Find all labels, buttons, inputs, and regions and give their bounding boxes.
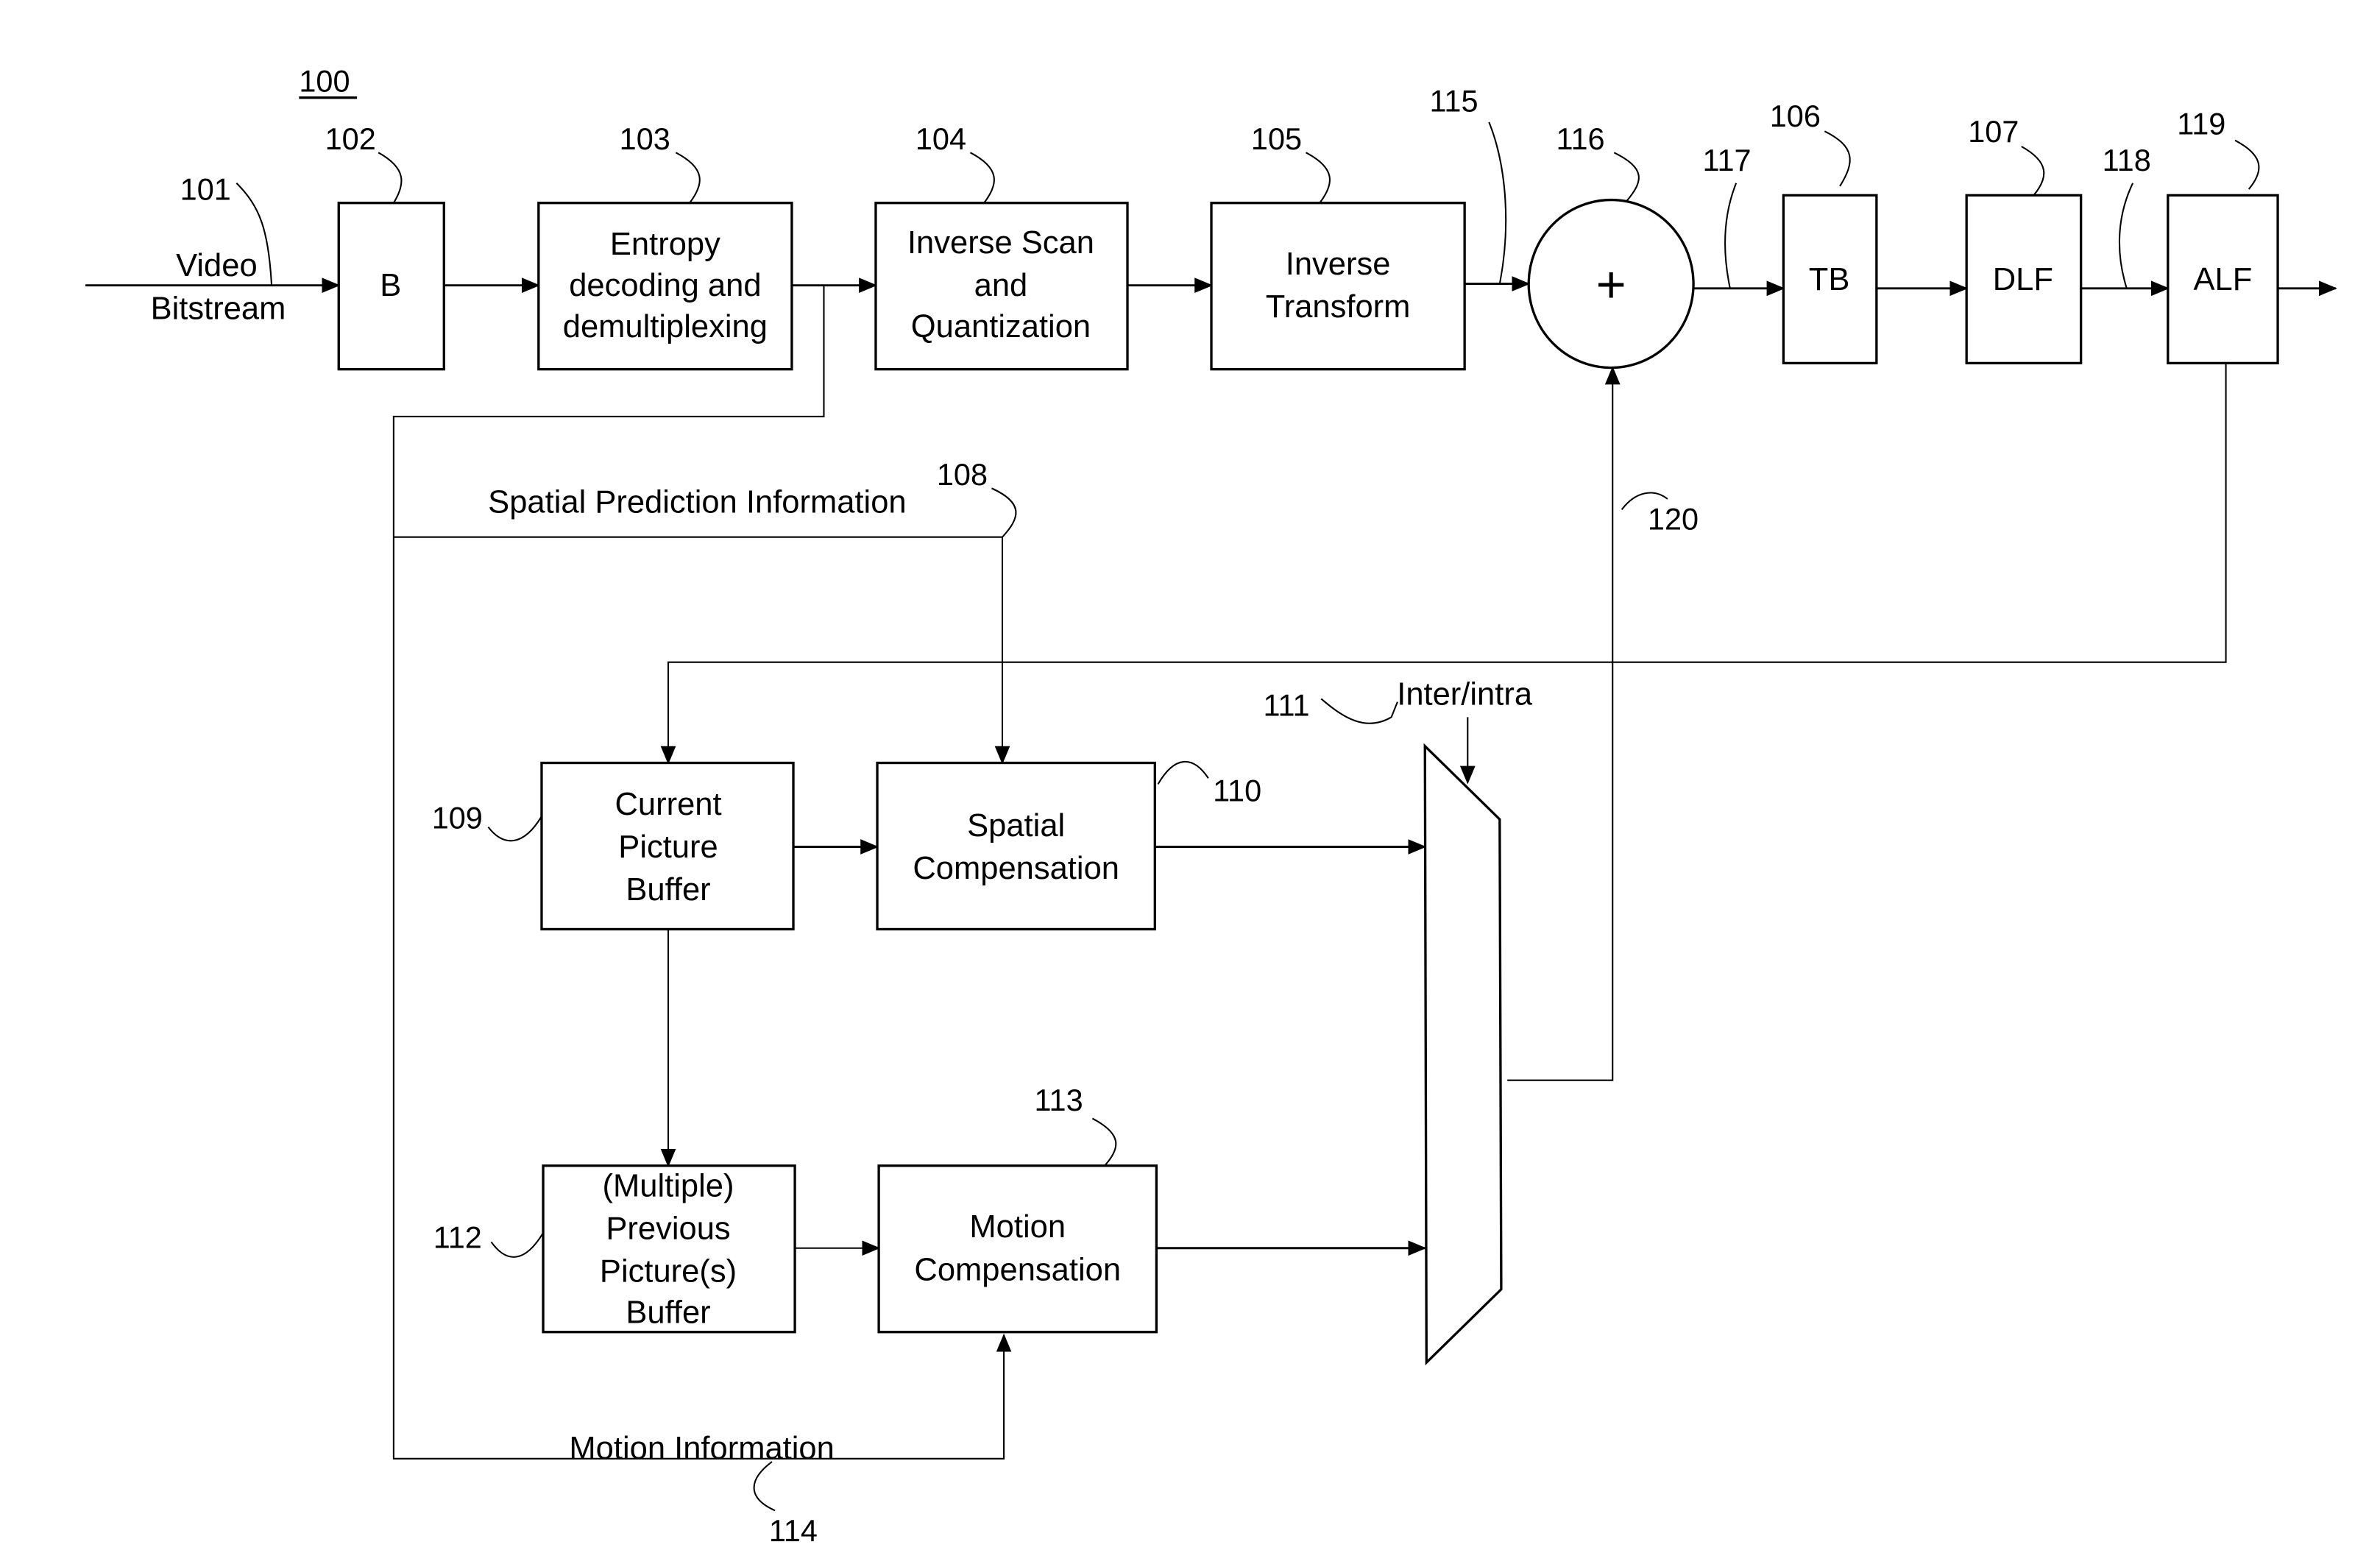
ref-112: 112 [433, 1220, 482, 1255]
ref-110: 110 [1213, 773, 1261, 807]
inverse-transform-label-line-2: Transform [1266, 289, 1411, 325]
ref-102: 102 [325, 121, 376, 156]
leader-114 [753, 1461, 776, 1512]
entropy-label-line-2: decoding and [569, 268, 761, 303]
alf-label: ALF [2194, 262, 2253, 297]
leader-106 [1824, 130, 1851, 187]
tb-label: TB [1809, 262, 1850, 297]
leader-118 [2118, 183, 2134, 289]
ref-116: 116 [1556, 121, 1605, 156]
input-label-line-2: Bitstream [151, 291, 286, 326]
leader-102 [378, 152, 403, 204]
ref-111: 111 [1264, 687, 1310, 722]
inverse-transform-label-line-1: Inverse [1286, 247, 1391, 282]
ref-120: 120 [1648, 501, 1699, 536]
current-buffer-label-line-1: Current [615, 787, 721, 822]
prediction-line [1507, 366, 1621, 1081]
ref-117: 117 [1703, 143, 1752, 177]
current-buffer-label-line-2: Picture [618, 830, 718, 865]
leader-109 [487, 816, 542, 842]
ref-107: 107 [1968, 114, 2019, 149]
entropy-label-line-1: Entropy [610, 227, 720, 262]
decoder-block-diagram: 100 Video Bitstream 101 B 102 Entropy de… [85, 63, 2337, 1548]
buffer-b-label: B [380, 268, 401, 303]
ref-114: 114 [769, 1513, 818, 1548]
leader-110 [1157, 760, 1209, 785]
leader-107 [2021, 146, 2045, 197]
previous-buffer-label-line-1: (Multiple) [603, 1168, 734, 1203]
inverse-transform-block [1210, 202, 1466, 371]
spatial-comp-label-line-2: Compensation [913, 851, 1119, 886]
spatial-comp-label-line-1: Spatial [967, 808, 1065, 843]
inter-intra-label: Inter/intra [1397, 677, 1533, 712]
leader-115 [1488, 121, 1507, 284]
previous-buffer-label-line-4: Buffer [626, 1295, 710, 1330]
figure-number: 100 [299, 63, 350, 98]
leader-113 [1091, 1117, 1117, 1167]
ref-103: 103 [620, 121, 670, 156]
input-label-line-1: Video [176, 248, 258, 283]
entropy-label-line-3: demultiplexing [563, 309, 768, 344]
leader-112 [490, 1232, 544, 1258]
inverse-scan-label-line-1: Inverse Scan [907, 225, 1094, 261]
dlf-label: DLF [1993, 262, 2053, 297]
ref-105: 105 [1251, 121, 1302, 156]
ref-108: 108 [937, 457, 988, 492]
leader-105 [1306, 152, 1331, 204]
spatial-prediction-information-label: Spatial Prediction Information [488, 485, 906, 520]
motion-information-label: Motion Information [569, 1431, 834, 1466]
ref-104: 104 [915, 121, 966, 156]
previous-buffer-label-line-2: Previous [606, 1211, 730, 1246]
motion-comp-label-line-1: Motion [969, 1209, 1066, 1245]
current-buffer-label-line-3: Buffer [626, 872, 710, 908]
motion-compensation-block [877, 1164, 1158, 1334]
spatial-info-line [393, 536, 1010, 765]
leader-103 [675, 152, 701, 204]
ref-109: 109 [432, 801, 483, 835]
previous-buffer-label-line-3: Picture(s) [600, 1253, 737, 1289]
ref-115: 115 [1429, 83, 1478, 118]
adder-plus-sign: + [1596, 255, 1626, 313]
motion-comp-label-line-2: Compensation [914, 1252, 1121, 1287]
leader-108 [991, 487, 1017, 538]
leader-111 [1320, 698, 1398, 724]
ref-101: 101 [180, 172, 231, 207]
ref-118: 118 [2103, 143, 2151, 177]
inverse-scan-label-line-3: Quantization [911, 309, 1091, 344]
spatial-compensation-block [876, 761, 1156, 931]
leader-119 [2234, 139, 2260, 190]
ref-106: 106 [1770, 99, 1821, 133]
ref-113: 113 [1035, 1083, 1083, 1117]
leader-116 [1613, 152, 1640, 202]
inverse-scan-label-line-2: and [974, 268, 1028, 303]
inter-intra-switch [1423, 743, 1503, 1366]
ref-119: 119 [2177, 106, 2225, 141]
leader-117 [1724, 183, 1738, 289]
leader-104 [970, 152, 995, 204]
